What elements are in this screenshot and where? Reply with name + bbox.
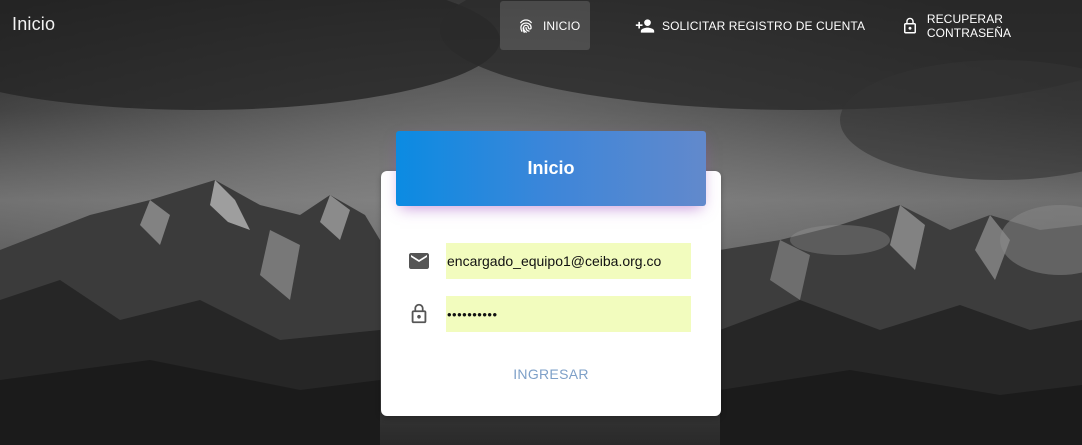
top-navbar: Inicio INICIO SOLICITAR REGISTRO DE CUEN… xyxy=(0,0,1082,52)
ingresar-button[interactable]: INGRESAR xyxy=(481,358,621,390)
login-page: Inicio INICIO SOLICITAR REGISTRO DE CUEN… xyxy=(0,0,1082,445)
login-card-title: Inicio xyxy=(527,158,575,178)
nav-item-recuperar-contrasena-label: RECUPERAR CONTRASEÑA xyxy=(926,11,1012,40)
password-field-row xyxy=(405,296,695,332)
nav-item-inicio-label: INICIO xyxy=(543,18,581,33)
nav-item-solicitar-registro-label: SOLICITAR REGISTRO DE CUENTA xyxy=(662,18,866,33)
lock-open-icon xyxy=(900,15,921,37)
nav-item-recuperar-contrasena[interactable]: RECUPERAR CONTRASEÑA xyxy=(900,1,1082,50)
email-field-row xyxy=(405,243,695,279)
nav-item-solicitar-registro[interactable]: SOLICITAR REGISTRO DE CUENTA xyxy=(634,1,865,50)
password-field[interactable] xyxy=(446,296,691,332)
login-card-header: Inicio xyxy=(396,131,706,206)
navbar-brand[interactable]: Inicio xyxy=(12,14,55,35)
nav-item-inicio[interactable]: INICIO xyxy=(500,1,590,50)
lock-icon xyxy=(405,300,433,328)
email-field[interactable] xyxy=(446,243,691,279)
fingerprint-icon xyxy=(515,15,537,37)
person-add-icon xyxy=(634,15,656,37)
mail-icon xyxy=(405,247,433,275)
